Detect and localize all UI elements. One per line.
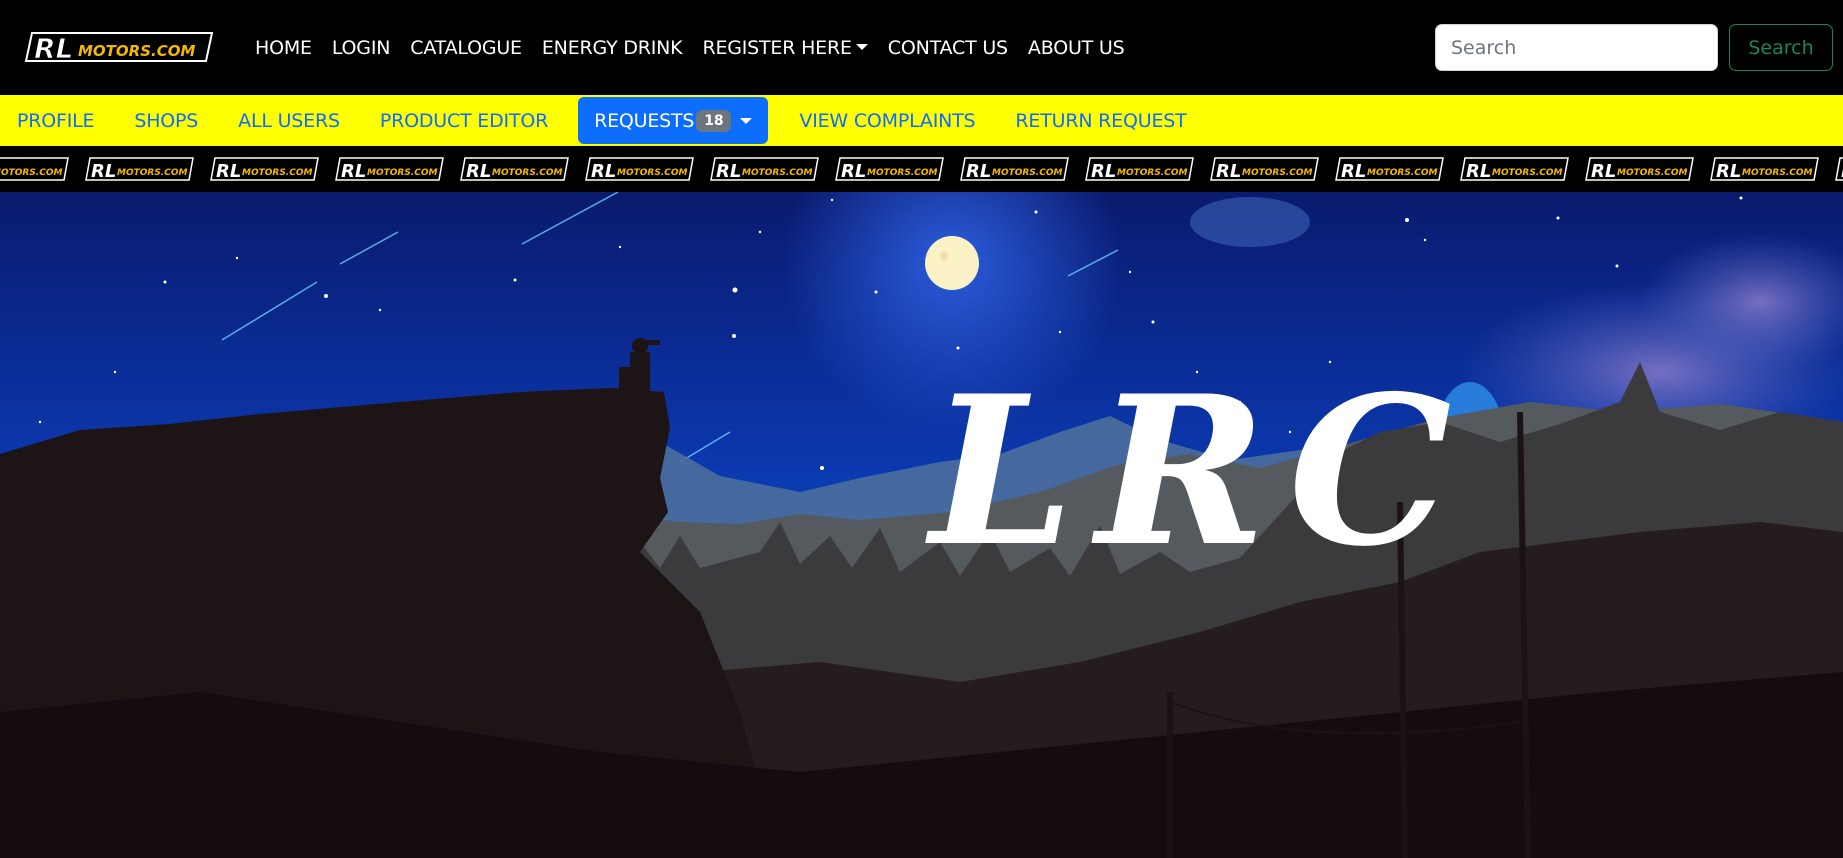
svg-text:RL: RL	[716, 161, 741, 182]
strip-logo-icon: RLMOTORS.COM	[1335, 155, 1460, 183]
nav-contact-us[interactable]: CONTACT US	[888, 37, 1008, 59]
strip-logo-icon: RLMOTORS.COM	[1835, 155, 1843, 183]
nav-energy-drink[interactable]: ENERGY DRINK	[542, 37, 683, 59]
svg-text:RL: RL	[966, 161, 991, 182]
caret-down-icon	[855, 43, 868, 50]
admin-profile[interactable]: PROFILE	[17, 110, 95, 132]
search-button[interactable]: Search	[1729, 24, 1833, 71]
strip-logo-icon: RLMOTORS.COM	[460, 155, 585, 183]
svg-text:RL: RL	[1466, 161, 1491, 182]
svg-text:MOTORS.COM: MOTORS.COM	[617, 168, 687, 178]
strip-logo-icon: RLMOTORS.COM	[585, 155, 710, 183]
admin-all-users[interactable]: ALL USERS	[238, 110, 340, 132]
nav-login[interactable]: LOGIN	[332, 37, 391, 59]
admin-return-request[interactable]: RETURN REQUEST	[1015, 110, 1186, 132]
hero-title: LRC	[930, 352, 1474, 592]
svg-text:MOTORS.COM: MOTORS.COM	[0, 168, 62, 178]
strip-logo-icon: RLMOTORS.COM	[960, 155, 1085, 183]
admin-bar: PROFILE SHOPS ALL USERS PRODUCT EDITOR R…	[0, 95, 1843, 146]
hero-banner: LRC	[0, 192, 1843, 858]
admin-shops[interactable]: SHOPS	[134, 110, 198, 132]
svg-text:MOTORS.COM: MOTORS.COM	[78, 42, 195, 60]
logo-marquee-strip: RLMOTORS.COMRLMOTORS.COMRLMOTORS.COMRLMO…	[0, 146, 1843, 192]
svg-text:RL: RL	[591, 161, 616, 182]
nav-catalogue[interactable]: CATALOGUE	[410, 37, 522, 59]
svg-text:RL: RL	[1341, 161, 1366, 182]
svg-text:MOTORS.COM: MOTORS.COM	[1742, 168, 1812, 178]
caret-down-icon	[740, 117, 753, 124]
nav-register-here-label: REGISTER HERE	[702, 36, 852, 59]
svg-text:MOTORS.COM: MOTORS.COM	[867, 168, 937, 178]
strip-logo-icon: RLMOTORS.COM	[1460, 155, 1585, 183]
strip-logo-icon: RLMOTORS.COM	[0, 155, 85, 183]
search-input[interactable]	[1435, 24, 1718, 71]
svg-text:MOTORS.COM: MOTORS.COM	[992, 168, 1062, 178]
svg-text:MOTORS.COM: MOTORS.COM	[242, 168, 312, 178]
strip-logo-icon: RLMOTORS.COM	[210, 155, 335, 183]
main-nav: HOME LOGIN CATALOGUE ENERGY DRINK REGIST…	[255, 0, 1144, 95]
svg-text:RL: RL	[466, 161, 491, 182]
svg-text:MOTORS.COM: MOTORS.COM	[492, 168, 562, 178]
svg-text:RL: RL	[341, 161, 366, 182]
svg-text:MOTORS.COM: MOTORS.COM	[1117, 168, 1187, 178]
admin-view-complaints[interactable]: VIEW COMPLAINTS	[799, 110, 975, 132]
svg-text:RL: RL	[91, 161, 116, 182]
requests-label: REQUESTS	[594, 109, 695, 132]
top-navbar: RL MOTORS.COM HOME LOGIN CATALOGUE ENERG…	[0, 0, 1843, 95]
svg-text:MOTORS.COM: MOTORS.COM	[367, 168, 437, 178]
nav-about-us[interactable]: ABOUT US	[1028, 37, 1125, 59]
svg-text:RL: RL	[1216, 161, 1241, 182]
night-landscape-image	[0, 192, 1843, 858]
strip-logo-icon: RLMOTORS.COM	[1585, 155, 1710, 183]
strip-logo-icon: RLMOTORS.COM	[835, 155, 960, 183]
svg-text:MOTORS.COM: MOTORS.COM	[117, 168, 187, 178]
strip-logo-icon: RLMOTORS.COM	[85, 155, 210, 183]
strip-logo-icon: RLMOTORS.COM	[1210, 155, 1335, 183]
svg-text:RL: RL	[1591, 161, 1616, 182]
svg-text:MOTORS.COM: MOTORS.COM	[1242, 168, 1312, 178]
admin-requests-dropdown[interactable]: REQUESTS 18	[578, 97, 769, 144]
svg-text:MOTORS.COM: MOTORS.COM	[742, 168, 812, 178]
svg-text:RL: RL	[1091, 161, 1116, 182]
nav-home[interactable]: HOME	[255, 37, 312, 59]
admin-product-editor[interactable]: PRODUCT EDITOR	[380, 110, 548, 132]
svg-text:MOTORS.COM: MOTORS.COM	[1367, 168, 1437, 178]
svg-text:RL: RL	[34, 32, 73, 65]
svg-text:RL: RL	[841, 161, 866, 182]
strip-logo-icon: RLMOTORS.COM	[1710, 155, 1835, 183]
svg-text:MOTORS.COM: MOTORS.COM	[1617, 168, 1687, 178]
strip-logo-icon: RLMOTORS.COM	[1085, 155, 1210, 183]
rl-motors-logo-icon: RL MOTORS.COM	[24, 32, 214, 66]
svg-text:RL: RL	[1716, 161, 1741, 182]
logo-marquee-track: RLMOTORS.COMRLMOTORS.COMRLMOTORS.COMRLMO…	[0, 155, 1843, 183]
svg-text:RL: RL	[216, 161, 241, 182]
nav-register-here-dropdown[interactable]: REGISTER HERE	[702, 36, 868, 59]
strip-logo-icon: RLMOTORS.COM	[710, 155, 835, 183]
svg-text:MOTORS.COM: MOTORS.COM	[1492, 168, 1562, 178]
brand-logo[interactable]: RL MOTORS.COM	[24, 27, 214, 67]
requests-count-badge: 18	[696, 109, 732, 132]
strip-logo-icon: RLMOTORS.COM	[335, 155, 460, 183]
